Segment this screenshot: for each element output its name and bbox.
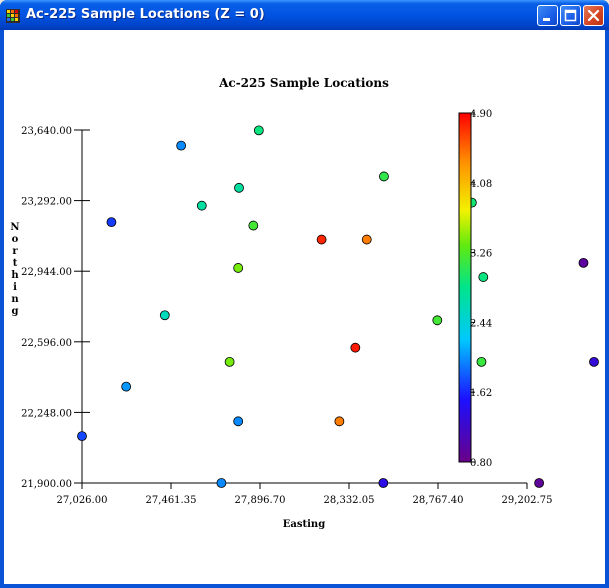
x-tick-label: 27,896.70 <box>235 495 286 506</box>
y-axis-label-letter: o <box>12 234 19 245</box>
colorbar-tick-label: 3.26 <box>470 249 492 260</box>
data-point <box>589 356 599 367</box>
colorbar-tick-label: 2.44 <box>470 318 492 329</box>
colorbar-tick-label: 0.80 <box>470 458 492 469</box>
data-point <box>432 315 443 326</box>
colorbar-ticks: 4.90 4.08 3.26 2.44 1.62 0.80 <box>470 109 492 469</box>
y-tick-label: 23,640.00 <box>21 126 72 137</box>
x-tick-label: 29,202.75 <box>502 495 553 506</box>
data-point <box>216 478 227 488</box>
data-points <box>77 125 599 488</box>
data-point <box>248 220 259 231</box>
data-point <box>106 217 117 228</box>
data-point <box>121 381 132 392</box>
data-point <box>234 182 244 193</box>
y-tick-label: 23,292.00 <box>21 197 72 208</box>
data-point <box>196 200 207 211</box>
y-axis-label-letter: i <box>13 282 17 293</box>
data-point <box>77 431 87 442</box>
maximize-button[interactable] <box>560 5 581 26</box>
data-point <box>361 234 372 245</box>
y-tick-label: 22,596.00 <box>21 338 72 349</box>
data-point <box>578 257 589 268</box>
y-axis-label-letter: N <box>10 222 19 233</box>
data-point <box>478 272 489 282</box>
colorbar <box>458 112 472 463</box>
title-bar[interactable]: Ac-225 Sample Locations (Z = 0) <box>0 0 609 30</box>
y-tick-label: 21,900.00 <box>21 479 72 490</box>
data-point <box>233 416 244 427</box>
data-point <box>476 356 487 367</box>
y-axis-label-letter: t <box>13 258 18 269</box>
minimize-icon <box>543 18 550 21</box>
data-point <box>233 263 244 273</box>
chart-title: Ac-225 Sample Locations <box>218 76 389 90</box>
minimize-button[interactable] <box>537 5 558 26</box>
data-point <box>379 171 389 182</box>
data-point <box>224 356 235 367</box>
y-axis-label: Northing <box>10 222 19 317</box>
data-point <box>334 416 345 427</box>
x-axis-label: Easting <box>283 519 325 530</box>
data-point <box>316 234 327 245</box>
maximize-icon <box>564 9 577 22</box>
y-axis-label-letter: n <box>11 294 19 305</box>
y-axis-label-letter: r <box>12 246 18 257</box>
x-tick-label: 27,026.00 <box>57 495 108 506</box>
data-point <box>378 478 389 488</box>
data-point <box>176 140 187 151</box>
colorbar-tick-label: 4.08 <box>470 179 492 190</box>
data-point <box>534 478 545 488</box>
data-point <box>350 342 361 353</box>
app-grid-icon <box>6 8 20 23</box>
y-axis-label-letter: g <box>12 306 19 317</box>
close-icon <box>587 9 600 22</box>
window-title: Ac-225 Sample Locations (Z = 0) <box>26 7 265 22</box>
data-point <box>159 310 170 321</box>
colorbar-tick-label: 1.62 <box>470 388 492 399</box>
app-window: Ac-225 Sample Locations (Z = 0) Ac-225 S… <box>0 0 609 588</box>
colorbar-tick-label: 4.90 <box>470 109 492 120</box>
x-axis-ticks: 27,026.00 27,461.35 27,896.70 28,332.05 28,7… <box>57 483 553 506</box>
y-tick-label: 22,248.00 <box>21 408 72 419</box>
y-axis-label-letter: h <box>11 270 19 281</box>
x-tick-label: 28,767.40 <box>413 495 464 506</box>
chart-area: Ac-225 Sample Locations Easting Northing… <box>4 30 605 584</box>
x-tick-label: 27,461.35 <box>146 495 197 506</box>
x-tick-label: 28,332.05 <box>324 495 375 506</box>
scatter-chart: Ac-225 Sample Locations Easting Northing… <box>10 76 599 530</box>
close-button[interactable] <box>583 5 604 26</box>
data-point <box>253 125 264 136</box>
y-tick-label: 22,944.00 <box>21 267 72 278</box>
